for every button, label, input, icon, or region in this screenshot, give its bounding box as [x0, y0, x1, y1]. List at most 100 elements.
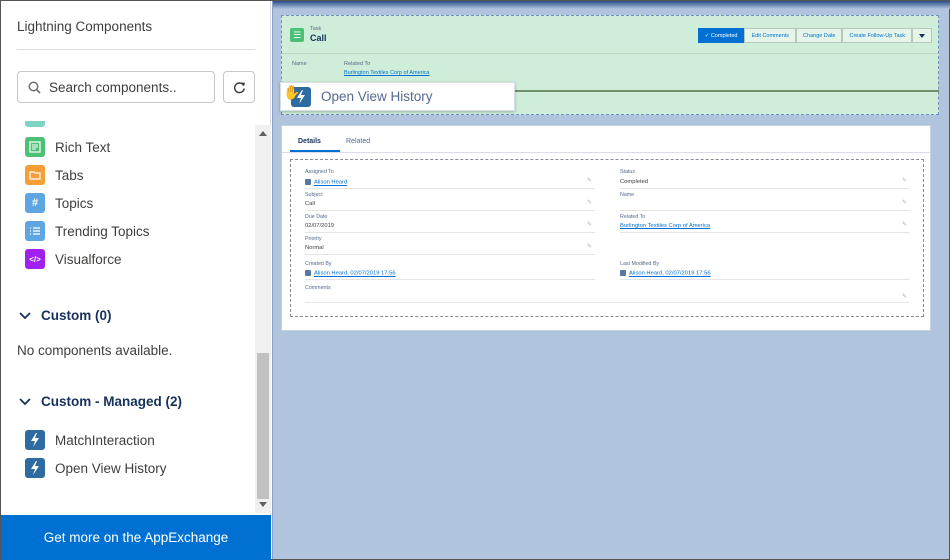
list-item-tabs[interactable]: Tabs — [25, 164, 84, 186]
field-divider — [620, 188, 910, 189]
list-item-label: Open View History — [55, 460, 167, 476]
folder-icon — [25, 165, 45, 185]
list-item-trending-topics[interactable]: Trending Topics — [25, 220, 150, 242]
code-icon: </> — [25, 249, 45, 269]
created-by-value[interactable]: Alison Heard, 02/07/2019 17:56 — [305, 270, 396, 277]
due-date-value: 02/07/2019 — [305, 223, 335, 229]
priority-value: Normal — [305, 245, 324, 251]
related-to-value[interactable]: Burlington Textiles Corp of America — [620, 223, 710, 229]
bolt-icon — [25, 458, 45, 478]
completed-button[interactable]: ✓ Completed — [697, 28, 745, 43]
name-label: Name — [620, 192, 635, 198]
rich-text-icon — [25, 137, 45, 157]
last-modified-label: Last Modified By — [620, 261, 660, 267]
edit-pencil-icon[interactable]: ✎ — [587, 177, 592, 184]
record-related-link[interactable]: Burlington Textiles Corp of America — [344, 70, 430, 76]
list-item-label: Topics — [55, 195, 94, 211]
edit-pencil-icon[interactable]: ✎ — [587, 199, 592, 206]
record-name-label: Name — [292, 61, 307, 67]
edit-comments-button[interactable]: Edit Comments — [744, 28, 797, 43]
custom-empty-text: No components available. — [17, 343, 173, 358]
search-input[interactable] — [49, 79, 199, 95]
managed-section-label: Custom - Managed (2) — [41, 394, 183, 409]
status-value: Completed — [620, 179, 649, 185]
refresh-button[interactable] — [223, 71, 255, 103]
user-avatar-icon — [305, 179, 311, 185]
chevron-down-icon — [19, 397, 31, 405]
bolt-icon — [25, 430, 45, 450]
appexchange-button[interactable]: Get more on the AppExchange — [1, 515, 271, 560]
list-item-label: Tabs — [55, 167, 84, 183]
custom-section-label: Custom (0) — [41, 308, 112, 323]
record-actions: ✓ Completed Edit Comments Change Date Cr… — [697, 28, 932, 43]
partial-list-item-icon — [25, 121, 45, 127]
field-divider — [305, 232, 595, 233]
list-item-open-view-history[interactable]: Open View History — [25, 457, 167, 479]
component-list: Rich Text Tabs # Topics Trending Topics … — [1, 121, 255, 513]
task-icon: ☰ — [290, 28, 304, 42]
custom-section-toggle[interactable]: Custom (0) — [19, 308, 112, 323]
list-icon — [25, 221, 45, 241]
assigned-to-value[interactable]: Alison Heard — [305, 179, 347, 186]
more-actions-button[interactable] — [912, 28, 932, 43]
last-modified-value[interactable]: Alison Heard, 02/07/2019 17:56 — [620, 270, 711, 277]
tab-related[interactable]: Related — [346, 138, 370, 145]
dragged-component[interactable]: Open View History — [280, 82, 515, 111]
record-related-label: Related To — [344, 61, 371, 67]
due-date-label: Due Date — [305, 214, 328, 220]
refresh-icon — [233, 81, 245, 93]
user-avatar-icon — [305, 270, 311, 276]
list-item-topics[interactable]: # Topics — [25, 192, 93, 214]
dragged-component-label: Open View History — [321, 89, 433, 104]
panel-title: Lightning Components — [17, 19, 153, 34]
edit-pencil-icon[interactable]: ✎ — [902, 293, 907, 300]
scroll-thumb[interactable] — [257, 353, 269, 499]
panel-scrollbar[interactable] — [255, 125, 271, 513]
list-item-rich-text[interactable]: Rich Text — [25, 136, 110, 158]
panel-divider — [17, 49, 255, 50]
priority-label: Priority — [305, 236, 322, 242]
last-modified-text: Alison Heard, 02/07/2019 17:56 — [629, 270, 711, 277]
edit-pencil-icon[interactable]: ✎ — [587, 243, 592, 250]
assigned-to-label: Assigned To — [305, 169, 334, 175]
search-box[interactable] — [17, 71, 215, 103]
grab-cursor-icon: ✋ — [283, 84, 301, 100]
scroll-down-arrow-icon[interactable] — [259, 502, 267, 507]
comments-label: Comments — [305, 285, 331, 291]
subject-value: Call — [305, 201, 315, 207]
list-item-label: Rich Text — [55, 139, 111, 155]
tab-details[interactable]: Details — [298, 138, 321, 145]
list-item-matchinteraction[interactable]: MatchInteraction — [25, 429, 155, 451]
field-divider — [305, 302, 909, 303]
edit-pencil-icon[interactable]: ✎ — [902, 199, 907, 206]
edit-pencil-icon[interactable]: ✎ — [587, 221, 592, 228]
user-avatar-icon — [620, 270, 626, 276]
list-item-visualforce[interactable]: </> Visualforce — [25, 248, 122, 270]
edit-pencil-icon[interactable]: ✎ — [902, 177, 907, 184]
change-date-button[interactable]: Change Date — [796, 28, 843, 43]
list-item-label: Visualforce — [55, 251, 122, 267]
page-canvas: ☰ Task Call ✓ Completed Edit Comments Ch… — [272, 1, 950, 559]
managed-section-toggle[interactable]: Custom - Managed (2) — [19, 394, 182, 409]
field-divider — [620, 210, 910, 211]
status-label: Status — [620, 169, 636, 175]
details-card[interactable]: Details Related Assigned To Alison Heard… — [281, 125, 931, 331]
edit-pencil-icon[interactable]: ✎ — [902, 221, 907, 228]
created-by-label: Created By — [305, 261, 332, 267]
field-divider — [305, 188, 595, 189]
caret-down-icon — [919, 33, 925, 38]
record-header: ☰ Task Call ✓ Completed Edit Comments Ch… — [282, 16, 938, 54]
record-type-label: Task — [310, 26, 322, 32]
list-item-label: MatchInteraction — [55, 432, 155, 448]
field-divider — [620, 279, 910, 280]
record-title: Call — [310, 33, 327, 43]
subject-label: Subject — [305, 192, 323, 198]
scroll-up-arrow-icon[interactable] — [259, 131, 267, 136]
create-follow-up-button[interactable]: Create Follow-Up Task — [842, 28, 912, 43]
field-divider — [305, 279, 595, 280]
list-item-label: Trending Topics — [55, 223, 150, 239]
field-divider — [620, 232, 910, 233]
search-icon — [28, 81, 41, 94]
record-detail-section[interactable]: Assigned To Alison Heard Subject Call Du… — [290, 159, 924, 317]
field-divider — [305, 210, 595, 211]
